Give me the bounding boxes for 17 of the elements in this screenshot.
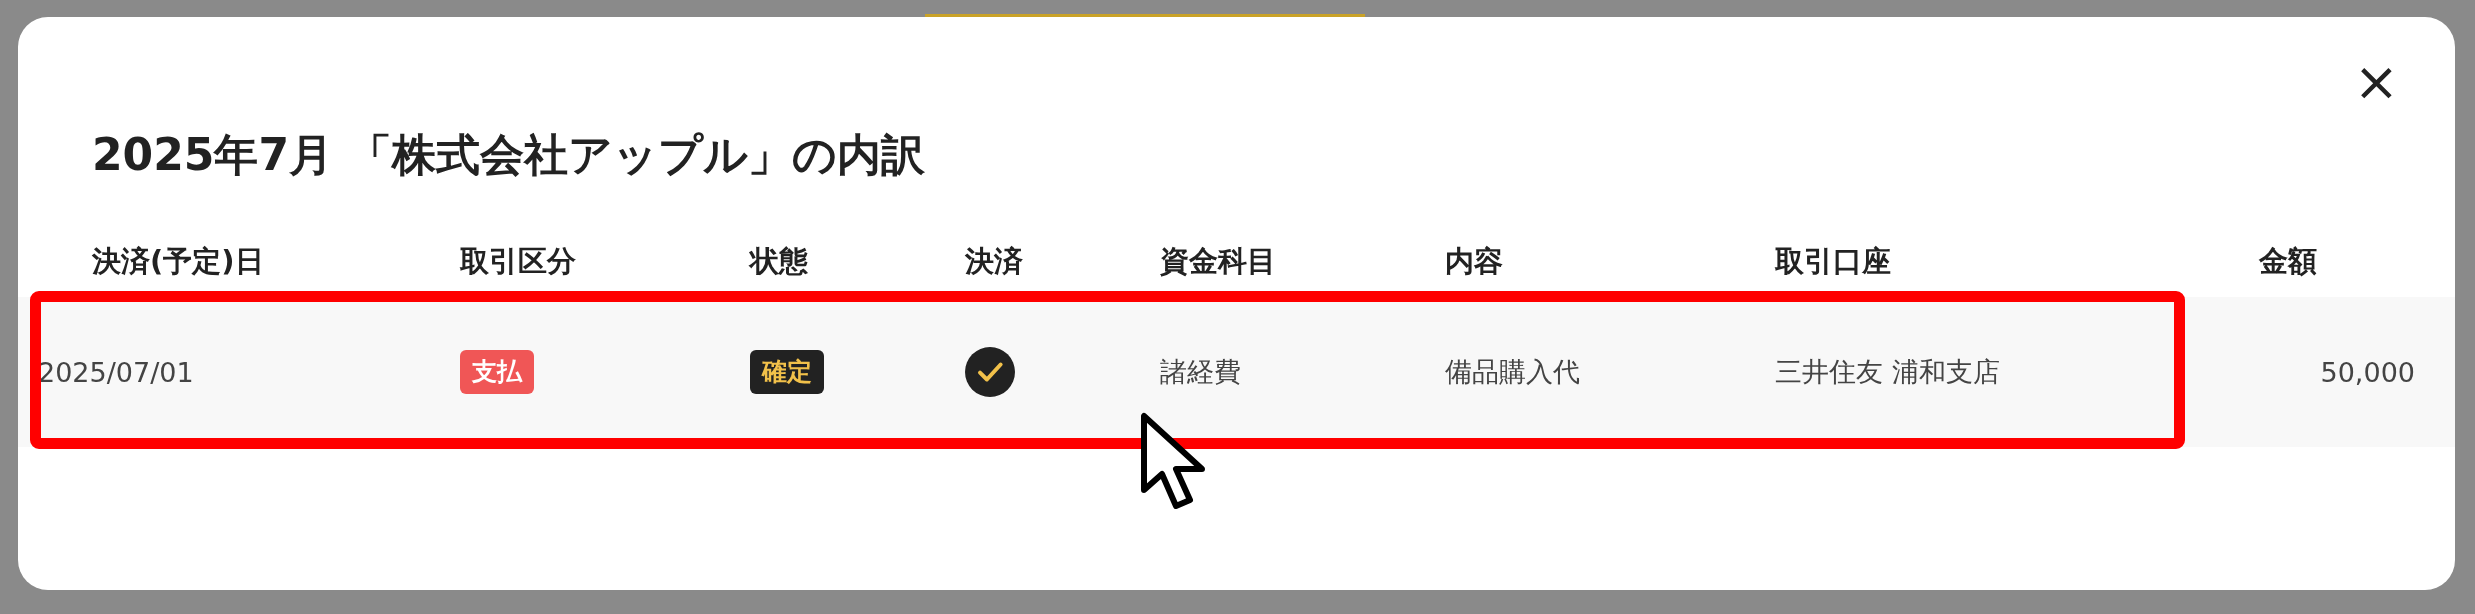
- type-tag: 支払: [460, 350, 534, 394]
- column-header: 内容: [1445, 244, 1503, 278]
- account-text: 諸経費: [1160, 356, 1241, 387]
- content-text: 備品購入代: [1445, 356, 1580, 387]
- column-header: 決済(予定)日: [92, 244, 264, 278]
- column-header: 状態: [750, 244, 808, 278]
- column-header: 金額: [2259, 244, 2317, 278]
- column-header: 決済: [965, 244, 1023, 278]
- column-header: 取引口座: [1775, 244, 1891, 278]
- status-tag: 確定: [750, 350, 824, 394]
- bank-text: 三井住友 浦和支店: [1775, 356, 2000, 387]
- column-header: 取引区分: [460, 244, 576, 278]
- dialog-title: 2025年7月 「株式会社アップル」の内訳: [92, 128, 927, 182]
- column-header: 資金科目: [1160, 244, 1276, 278]
- date-text: 2025/07/01: [38, 356, 194, 388]
- amount-text: 50,000: [2320, 356, 2415, 388]
- close-button[interactable]: ×: [2347, 57, 2405, 107]
